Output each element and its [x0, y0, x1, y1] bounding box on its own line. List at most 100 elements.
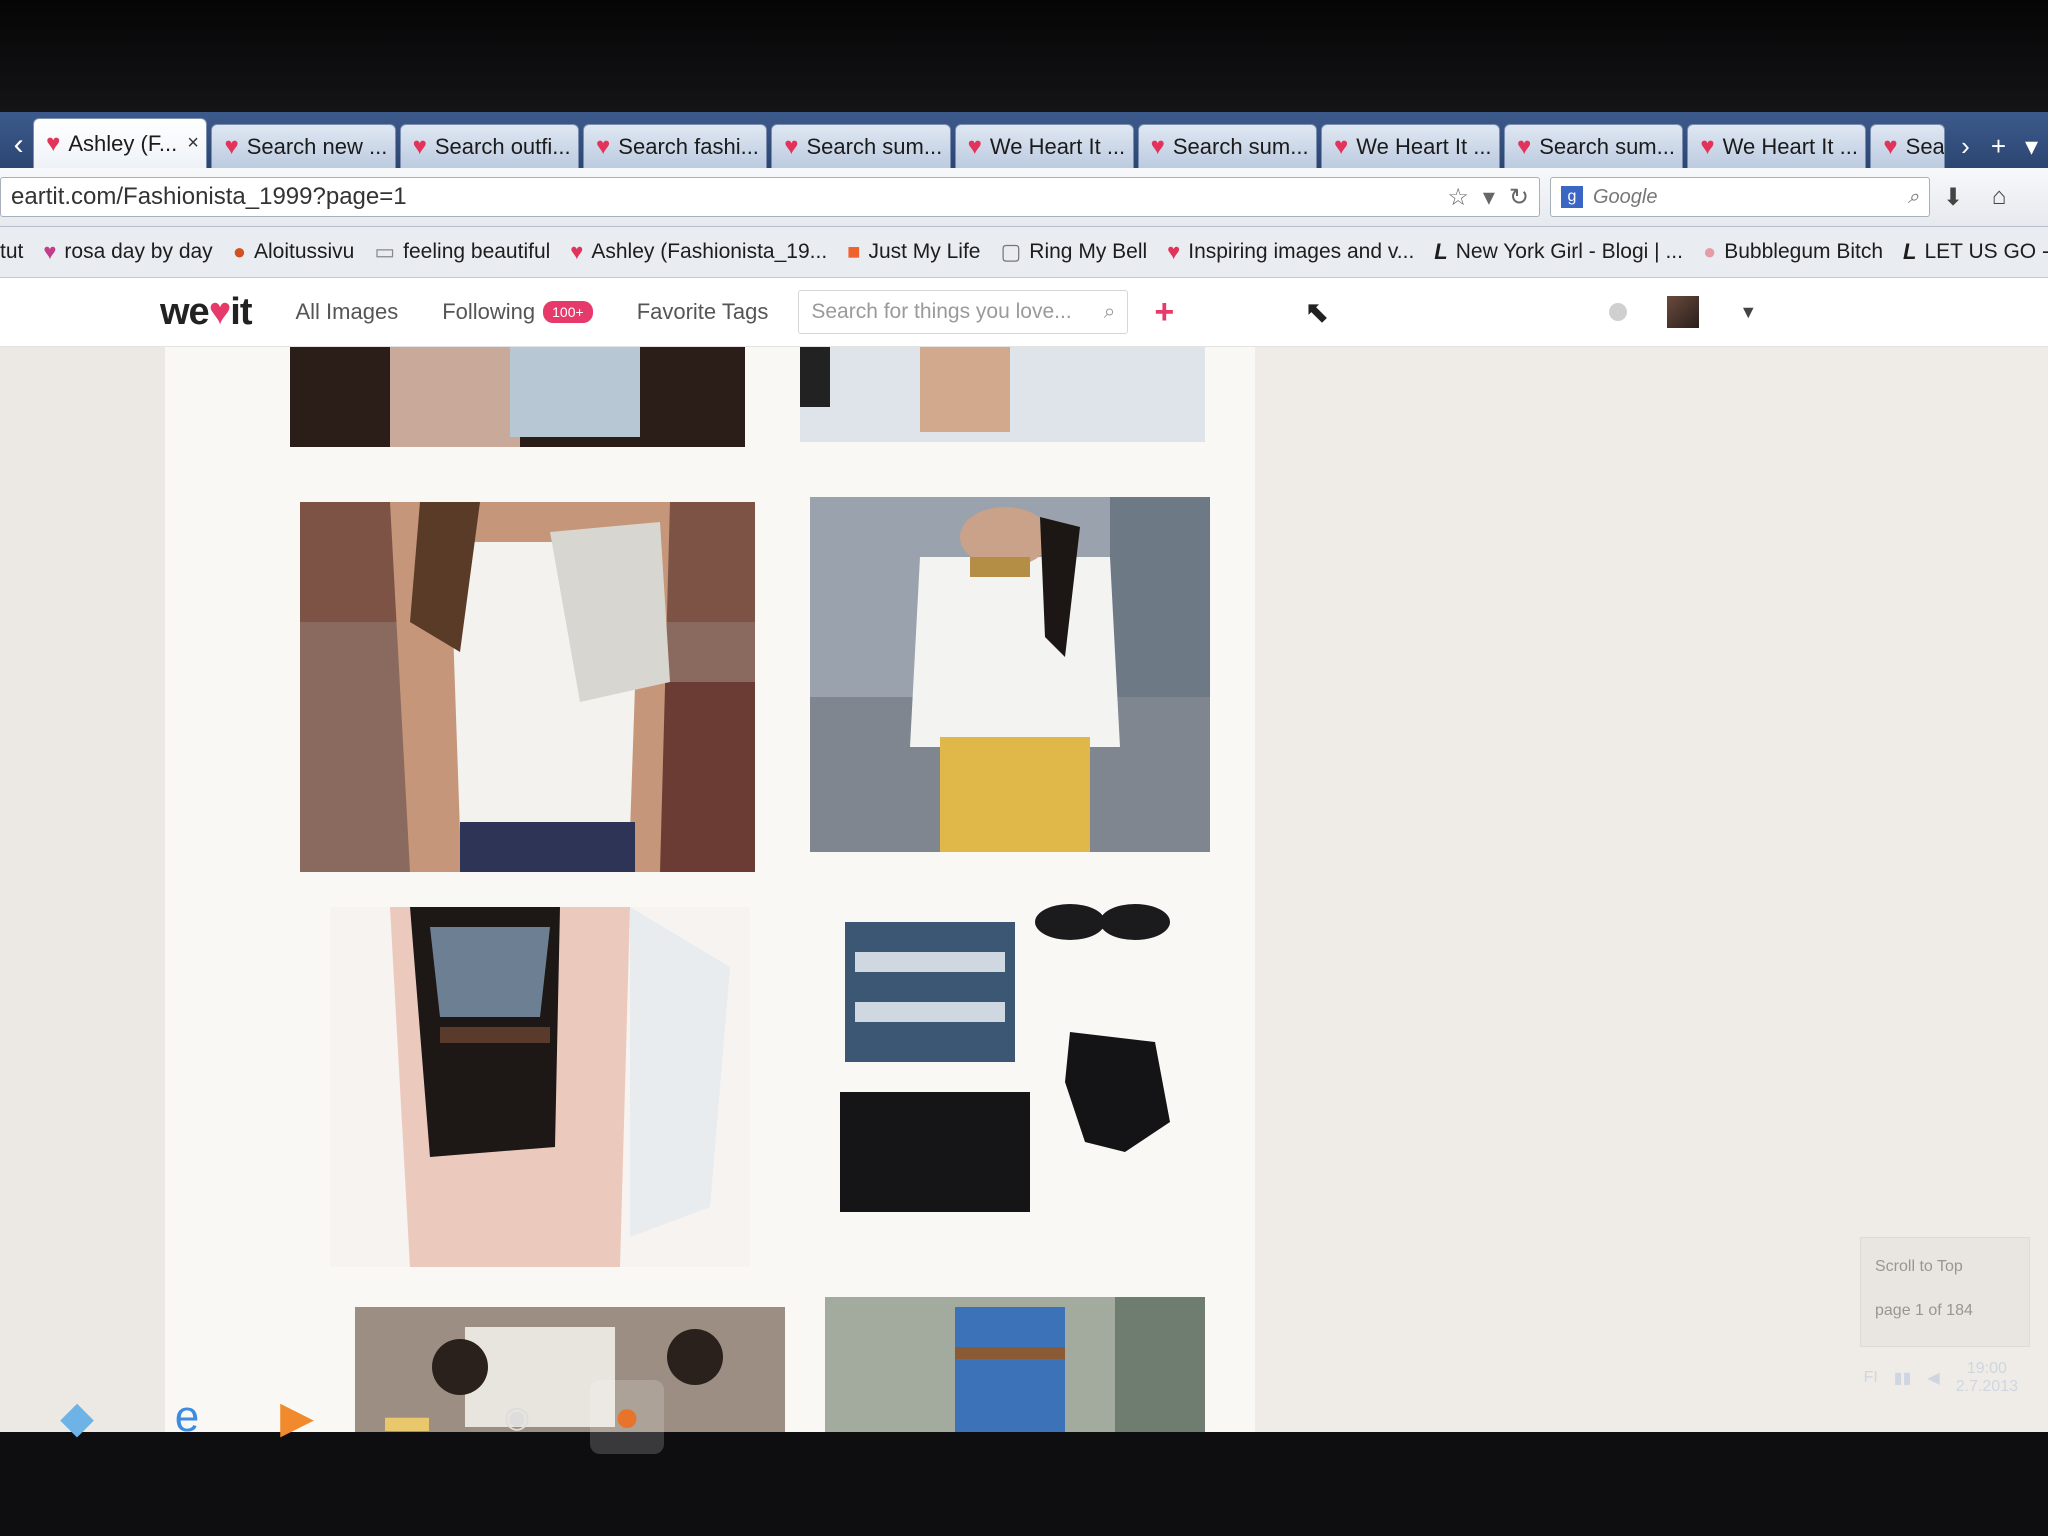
blog-icon: L — [1434, 239, 1448, 264]
tab-scroll-right-icon[interactable]: › — [1949, 124, 1982, 168]
network-icon[interactable]: ▮▮ — [1894, 1368, 1912, 1388]
bookmark-label: Aloitussivu — [253, 240, 355, 263]
scroll-to-top-widget[interactable]: Scroll to Top page 1 of 184 — [1860, 1237, 2030, 1347]
tab-we-heart-it-2[interactable]: ♥ We Heart It ... — [1321, 124, 1500, 168]
page-icon: ▢ — [1000, 239, 1022, 264]
tab-label: Search sum... — [1539, 133, 1675, 159]
tab-search-fashi[interactable]: ♥ Search fashi... — [583, 124, 768, 168]
mouse-pointer-icon: ⬉ — [1304, 295, 1330, 329]
language-indicator[interactable]: FI — [1864, 1369, 1878, 1387]
bookmark-label: Inspiring images and v... — [1188, 240, 1415, 263]
outfit-photo — [290, 347, 745, 447]
heart-icon: ♥ — [1167, 239, 1181, 264]
heart-icon: ♥ — [596, 132, 611, 160]
volume-icon[interactable]: ◀ — [1927, 1368, 1939, 1388]
notifications-icon[interactable] — [1609, 303, 1628, 321]
bookmark-label: Ashley (Fashionista_19... — [591, 240, 828, 263]
tab-searc[interactable]: ♥ Searc — [1870, 124, 1945, 168]
bookmark-item[interactable]: ● Aloitussivu — [233, 239, 355, 265]
firefox-icon: ● — [232, 239, 246, 264]
file-explorer-icon[interactable]: ▬ — [370, 1380, 444, 1454]
heart-icon: ♥ — [1883, 132, 1898, 160]
tab-search-outfi[interactable]: ♥ Search outfi... — [399, 124, 580, 168]
outfit-photo — [825, 892, 1205, 1232]
imvu-icon[interactable]: ◉ — [480, 1380, 554, 1454]
search-icon[interactable]: ⌕ — [1908, 186, 1919, 209]
downloads-icon[interactable]: ⬇ — [1930, 183, 1976, 212]
search-icon[interactable]: ⌕ — [1104, 300, 1116, 324]
bookmark-item[interactable]: ■ Just My Life — [847, 239, 980, 265]
site-search-input[interactable]: Search for things you love... ⌕ — [798, 290, 1129, 334]
reload-icon[interactable]: ↻ — [1509, 183, 1529, 212]
web-search-placeholder: Google — [1593, 185, 1658, 208]
tab-label: Search sum... — [806, 133, 943, 159]
following-label: Following — [442, 299, 536, 324]
add-image-button[interactable]: + — [1154, 293, 1174, 332]
media-player-icon[interactable]: ▶ — [260, 1380, 334, 1454]
tab-search-sum-1[interactable]: ♥ Search sum... — [771, 124, 951, 168]
system-tray: FI ▮▮ ◀ 19:00 2.7.2013 — [1864, 1360, 2018, 1396]
feed-image-white-blouse-yellow-jeans[interactable] — [810, 497, 1210, 852]
heart-icon: ♥ — [208, 290, 232, 333]
tab-search-sum-2[interactable]: ♥ Search sum... — [1137, 124, 1317, 168]
account-menu-caret-icon[interactable]: ▼ — [1739, 302, 1757, 323]
blog-icon: L — [1903, 239, 1917, 264]
tab-scroll-left-icon[interactable]: ‹ — [4, 122, 33, 168]
feed-image-fringe-kimono[interactable] — [330, 907, 750, 1267]
bookmark-item[interactable]: ♥ Inspiring images and v... — [1167, 239, 1414, 265]
tab-label: Ashley (F... — [68, 130, 178, 156]
start-button-icon[interactable]: ◆ — [40, 1380, 114, 1454]
feed-image-white-top-clutch[interactable] — [300, 502, 755, 872]
bookmark-label: LET US GO - Blogi | — [1924, 240, 2048, 263]
outfit-photo — [800, 347, 1205, 442]
firefox-icon[interactable]: ● — [590, 1380, 664, 1454]
feed-image-bottom-right[interactable] — [825, 1297, 1205, 1432]
tab-we-heart-it-3[interactable]: ♥ We Heart It ... — [1687, 124, 1867, 168]
logo-text-it: it — [230, 290, 252, 333]
google-icon[interactable]: g — [1561, 186, 1583, 208]
bookmark-item[interactable]: tut — [0, 240, 23, 264]
tab-ashley[interactable]: ♥ Ashley (F... × — [33, 118, 208, 168]
bookmark-item[interactable]: L LET US GO - Blogi | — [1903, 239, 2048, 265]
tab-label: Search fashi... — [618, 133, 759, 159]
outfit-photo — [330, 907, 750, 1267]
nav-favorite-tags[interactable]: Favorite Tags — [637, 299, 769, 325]
history-dropdown-icon[interactable]: ▾ — [1483, 183, 1495, 212]
weheartit-logo[interactable]: we♥it — [160, 290, 252, 334]
tab-we-heart-it-1[interactable]: ♥ We Heart It ... — [954, 124, 1134, 168]
tab-label: Search sum... — [1172, 133, 1309, 159]
new-tab-icon[interactable]: + — [1982, 124, 2015, 168]
tab-search-sum-3[interactable]: ♥ Search sum... — [1504, 124, 1684, 168]
clock-time: 19:00 — [1966, 1360, 2007, 1377]
bookmark-item[interactable]: ♥ Ashley (Fashionista_19... — [570, 239, 827, 265]
home-icon[interactable]: ⌂ — [1976, 183, 2022, 211]
close-icon[interactable]: × — [187, 132, 199, 155]
feed-image-outfit-top-left[interactable] — [290, 347, 745, 447]
nav-following[interactable]: Following 100+ — [442, 299, 593, 325]
site-search-placeholder: Search for things you love... — [811, 300, 1072, 323]
bookmark-star-icon[interactable]: ☆ — [1447, 183, 1469, 212]
bookmark-label: New York Girl - Blogi | ... — [1455, 240, 1683, 263]
taskbar-icons: ◆ e ▶ ▬ ◉ ● — [40, 1380, 664, 1454]
internet-explorer-icon[interactable]: e — [150, 1380, 224, 1454]
bookmark-item[interactable]: L New York Girl - Blogi | ... — [1434, 239, 1683, 265]
tab-search-new[interactable]: ♥ Search new ... — [211, 124, 396, 168]
bookmark-item[interactable]: ● Bubblegum Bitch — [1703, 239, 1883, 265]
heart-icon: ♥ — [1334, 132, 1349, 160]
tab-label: We Heart It ... — [1722, 133, 1858, 159]
bookmark-label: tut — [0, 240, 24, 263]
url-bar[interactable]: eartit.com/Fashionista_1999?page=1 ☆ ▾ ↻ — [0, 177, 1540, 217]
feed-image-outfit-top-right[interactable] — [800, 347, 1205, 442]
avatar[interactable] — [1667, 296, 1700, 328]
heart-icon: ♥ — [1517, 132, 1532, 160]
bookmark-item[interactable]: ▭ feeling beautiful — [374, 239, 550, 265]
tab-label: We Heart It ... — [1356, 133, 1492, 159]
tab-list-icon[interactable]: ▾ — [2015, 124, 2048, 168]
bookmark-item[interactable]: ▢ Ring My Bell — [1001, 239, 1148, 265]
bookmark-label: Just My Life — [868, 240, 981, 263]
web-search-box[interactable]: g Google ⌕ — [1550, 177, 1930, 217]
heart-icon: ♥ — [570, 239, 584, 264]
bookmark-item[interactable]: ♥ rosa day by day — [43, 239, 212, 265]
nav-all-images[interactable]: All Images — [295, 299, 398, 325]
feed-image-outfit-collage[interactable] — [825, 892, 1205, 1232]
